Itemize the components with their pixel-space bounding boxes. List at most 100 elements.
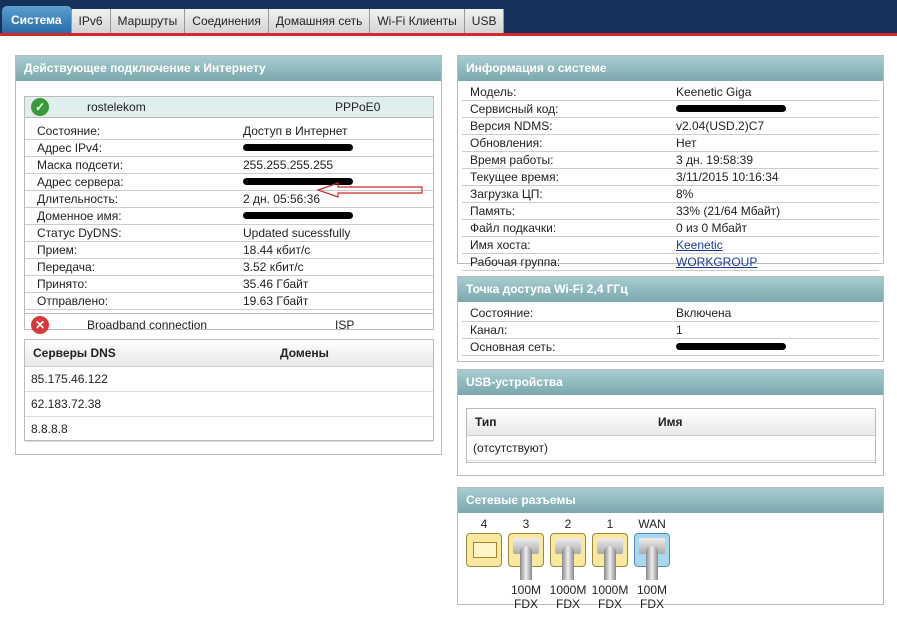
row-value: Updated sucessfully xyxy=(243,226,351,240)
info-row: Файл подкачки: 0 из 0 Мбайт xyxy=(462,220,879,237)
connection-box: ✓ rostelekom PPPoE0 Состояние: Доступ в И… xyxy=(24,96,434,334)
tab-2[interactable]: Маршруты xyxy=(110,9,186,33)
value-link[interactable]: Keenetic xyxy=(676,237,723,253)
panel-title: Сетевые разъемы xyxy=(458,488,883,513)
port-label: 1 xyxy=(606,517,614,531)
info-row: Рабочая группа: WORKGROUP xyxy=(462,254,879,271)
row-label: Загрузка ЦП: xyxy=(470,187,543,201)
info-row: Текущее время: 3/11/2015 10:16:34 xyxy=(462,169,879,186)
ethernet-plugged-icon xyxy=(508,533,544,580)
port-duplex: FDX xyxy=(556,597,580,611)
connection-row-2[interactable]: ✕ Broadband connection ISP xyxy=(25,313,433,336)
info-row: Имя хоста: Keenetic xyxy=(462,237,879,254)
row-value: v2.04(USD.2)C7 xyxy=(676,119,765,133)
row-label: Состояние: xyxy=(470,306,534,320)
dns-server-row: 85.175.46.122 xyxy=(25,367,433,392)
connection-name: rostelekom xyxy=(87,100,146,114)
row-label: Имя хоста: xyxy=(470,238,531,252)
row-value: 8% xyxy=(676,187,694,201)
port-speed: 1000M xyxy=(549,583,587,597)
sysinfo-panel: Информация о системе Модель: Keenetic Gig… xyxy=(457,55,884,271)
info-row: Состояние: Включена xyxy=(462,305,879,322)
connection-iface: PPPoE0 xyxy=(335,100,381,114)
row-value: 3.52 кбит/с xyxy=(243,260,304,274)
info-row: Прием: 18.44 кбит/с xyxy=(25,242,433,259)
port-3[interactable]: 3 100M FDX xyxy=(506,517,546,611)
info-row: Сервисный код: xyxy=(462,101,879,118)
port-label: 2 xyxy=(564,517,572,531)
port-duplex: FDX xyxy=(640,597,664,611)
tab-4[interactable]: Домашняя сеть xyxy=(268,9,371,33)
row-label: Сервисный код: xyxy=(470,102,559,116)
row-label: Адрес IPv4: xyxy=(37,141,103,155)
redacted-value xyxy=(676,343,786,350)
column-header: Тип xyxy=(475,415,497,429)
row-value: Нет xyxy=(676,136,697,150)
row-label: Основная сеть: xyxy=(470,340,556,354)
row-value: 18.44 кбит/с xyxy=(243,243,311,257)
dns-server-row: 8.8.8.8 xyxy=(25,417,433,442)
port-label: WAN xyxy=(638,517,666,531)
column-header: Серверы DNS xyxy=(33,346,116,360)
port-duplex: FDX xyxy=(514,597,538,611)
row-label: Статус DyDNS: xyxy=(37,226,122,240)
info-row: Обновления: Нет xyxy=(462,135,879,152)
connection-iface: ISP xyxy=(335,318,355,332)
wifi-panel: Точка доступа Wi-Fi 2,4 ГГц Состояние: Вк… xyxy=(457,276,884,362)
row-label: Отправлено: xyxy=(37,294,109,308)
row-value: 3 дн. 19:58:39 xyxy=(676,153,754,167)
port-4[interactable]: 4 xyxy=(464,517,504,567)
info-row: Память: 33% (21/64 Мбайт) xyxy=(462,203,879,220)
redacted-value xyxy=(243,212,353,219)
port-2[interactable]: 2 1000M FDX xyxy=(548,517,588,611)
info-row: Передача: 3.52 кбит/с xyxy=(25,259,433,276)
tab-6[interactable]: USB xyxy=(464,9,505,33)
row-label: Файл подкачки: xyxy=(470,221,557,235)
error-icon: ✕ xyxy=(31,316,49,334)
connection-row[interactable]: ✓ rostelekom PPPoE0 xyxy=(25,97,433,118)
tab-3[interactable]: Соединения xyxy=(185,9,269,33)
ethernet-plugged-icon xyxy=(550,533,586,580)
port-speed: 1000M xyxy=(591,583,629,597)
ethernet-plugged-icon xyxy=(592,533,628,580)
tab-bar: Система IPv6 Маршруты Соединения Домашняя се… xyxy=(2,6,505,33)
usb-table: Тип Имя (отсутствуют) xyxy=(466,408,876,463)
row-value: 35.46 Гбайт xyxy=(243,277,309,291)
row-label: Длительность: xyxy=(37,192,119,206)
tab-1[interactable]: IPv6 xyxy=(71,9,111,33)
port-WAN[interactable]: WAN 100M FDX xyxy=(632,517,672,611)
row-label: Принято: xyxy=(37,277,88,291)
row-label: Прием: xyxy=(37,243,78,257)
value-link[interactable]: WORKGROUP xyxy=(676,254,757,270)
row-label: Маска подсети: xyxy=(37,158,124,172)
port-label: 3 xyxy=(522,517,530,531)
info-row: Модель: Keenetic Giga xyxy=(462,84,879,101)
arrow-annotation xyxy=(316,182,423,198)
row-label: Адрес сервера: xyxy=(37,175,124,189)
info-row: Доменное имя: xyxy=(25,208,433,225)
info-row: Принято: 35.46 Гбайт xyxy=(25,276,433,293)
info-row: Статус DyDNS: Updated sucessfully xyxy=(25,225,433,242)
info-row: Основная сеть: xyxy=(462,339,879,356)
dns-server-row: 62.183.72.38 xyxy=(25,392,433,417)
row-label: Передача: xyxy=(37,260,96,274)
port-speed: 100M xyxy=(510,583,542,597)
row-label: Память: xyxy=(470,204,516,218)
info-row: Адрес IPv4: xyxy=(25,140,433,157)
connection-name: Broadband connection xyxy=(87,318,208,332)
dns-table: Серверы DNS Домены 85.175.46.122 62.183.72… xyxy=(24,339,434,442)
tab-0[interactable]: Система xyxy=(2,6,72,33)
info-row: Версия NDMS: v2.04(USD.2)C7 xyxy=(462,118,879,135)
row-value: 1 xyxy=(676,323,683,337)
port-1[interactable]: 1 1000M FDX xyxy=(590,517,630,611)
tab-5[interactable]: Wi-Fi Клиенты xyxy=(370,9,465,33)
column-header: Имя xyxy=(658,415,683,429)
redacted-value xyxy=(676,105,786,112)
row-label: Модель: xyxy=(470,85,517,99)
info-row: Канал: 1 xyxy=(462,322,879,339)
row-label: Время работы: xyxy=(470,153,554,167)
ports-panel: Сетевые разъемы 4 3 100M FDX 2 1000M FDX 1 1000M… xyxy=(457,487,884,611)
row-value: 2 дн. 05:56:36 xyxy=(243,192,321,206)
panel-title: Точка доступа Wi-Fi 2,4 ГГц xyxy=(458,277,883,302)
row-value: 19.63 Гбайт xyxy=(243,294,309,308)
